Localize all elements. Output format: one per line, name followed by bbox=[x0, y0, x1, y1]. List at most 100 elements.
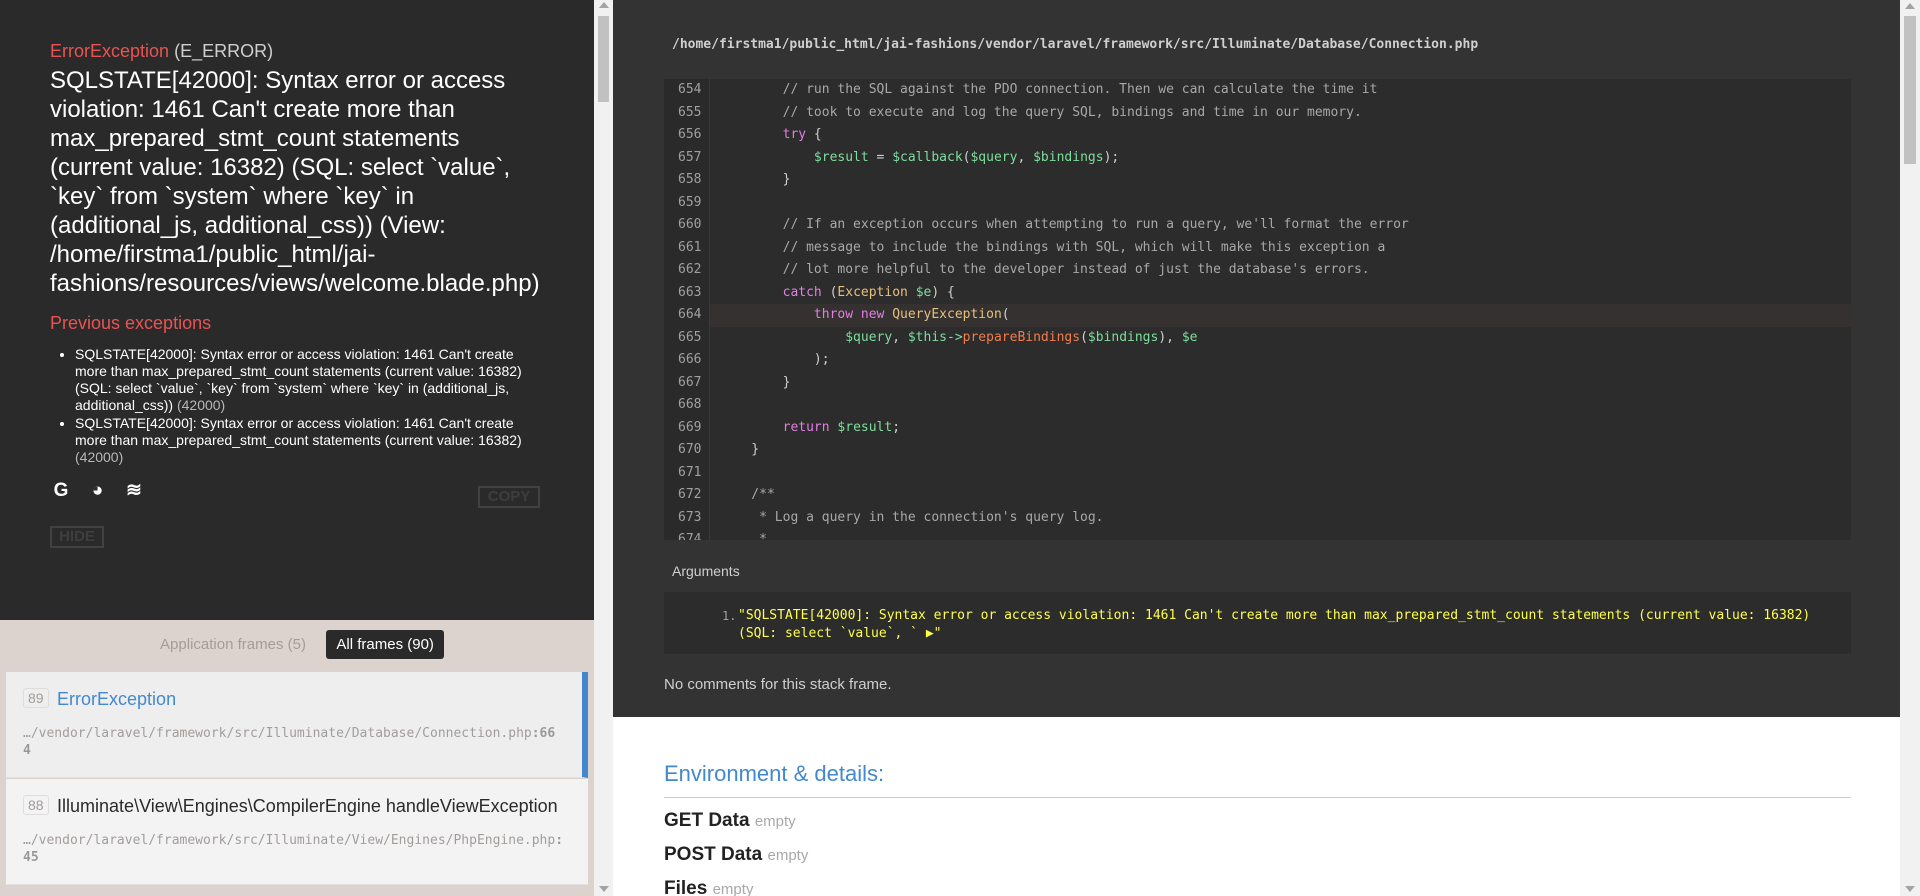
line-source: $result = $callback($query, $bindings); bbox=[813, 149, 1120, 165]
line-source bbox=[710, 397, 720, 412]
arguments-title: Arguments bbox=[672, 563, 740, 579]
frame-tabs: Application frames (5) All frames (90) bbox=[0, 620, 594, 672]
line-source: } bbox=[720, 374, 791, 390]
code-line: 670 } bbox=[664, 439, 1851, 462]
line-number: 668 bbox=[664, 394, 710, 417]
line-source: * Log a query in the connection's query … bbox=[720, 509, 1104, 525]
line-source bbox=[710, 195, 720, 210]
frame-file: …/vendor/laravel/framework/src/Illuminat… bbox=[23, 833, 564, 865]
code-line: 657 $result = $callback($query, $binding… bbox=[664, 146, 1851, 169]
code-line: 663 catch (Exception $e) { bbox=[664, 281, 1851, 304]
code-line: 666 ); bbox=[664, 349, 1851, 372]
scroll-up-arrow-icon[interactable] bbox=[1905, 3, 1915, 9]
line-source: $query, $this->prepareBindings($bindings… bbox=[845, 329, 1198, 345]
line-number: 654 bbox=[664, 79, 710, 102]
line-number: 657 bbox=[664, 146, 710, 169]
google-icon[interactable]: G bbox=[50, 480, 72, 502]
exception-header: ErrorException (E_ERROR) SQLSTATE[42000]… bbox=[0, 0, 594, 620]
line-source: } bbox=[720, 442, 760, 457]
environment-title: Environment & details: bbox=[664, 761, 1851, 798]
exception-class: ErrorException bbox=[50, 41, 170, 61]
previous-exception-item: SQLSTATE[42000]: Syntax error or access … bbox=[75, 415, 544, 466]
code-file-path[interactable]: /home/firstma1/public_html/jai-fashions/… bbox=[672, 37, 1478, 52]
line-number: 673 bbox=[664, 506, 710, 529]
right-panel: /home/firstma1/public_html/jai-fashions/… bbox=[613, 0, 1900, 896]
line-source: try { bbox=[782, 127, 822, 142]
line-source: // If an exception occurs when attemptin… bbox=[720, 217, 1409, 232]
frame-file: …/vendor/laravel/framework/src/Illuminat… bbox=[23, 726, 556, 758]
line-number: 659 bbox=[664, 191, 710, 214]
line-number: 662 bbox=[664, 259, 710, 282]
line-number: 664 bbox=[664, 304, 710, 327]
line-number: 671 bbox=[664, 461, 710, 484]
code-line: 662 // lot more helpful to the developer… bbox=[664, 259, 1851, 282]
stack-frame[interactable]: 88 Illuminate\View\Engines\CompilerEngin… bbox=[6, 779, 588, 885]
scroll-down-arrow-icon[interactable] bbox=[1905, 886, 1915, 892]
argument-value[interactable]: "SQLSTATE[42000]: Syntax error or access… bbox=[738, 607, 1831, 643]
code-line: 655 // took to execute and log the query… bbox=[664, 101, 1851, 124]
line-source: // took to execute and log the query SQL… bbox=[720, 104, 1362, 120]
line-number: 672 bbox=[664, 484, 710, 507]
code-line: 661 // message to include the bindings w… bbox=[664, 236, 1851, 259]
line-source: // lot more helpful to the developer ins… bbox=[720, 262, 1370, 277]
stack-frame[interactable]: 89 ErrorException …/vendor/laravel/frame… bbox=[6, 672, 588, 778]
code-line: 668 bbox=[664, 394, 1851, 417]
line-number: 667 bbox=[664, 371, 710, 394]
environment-details: Environment & details: GET Data empty PO… bbox=[664, 717, 1851, 896]
scroll-down-arrow-icon[interactable] bbox=[599, 886, 609, 892]
previous-exceptions-title: Previous exceptions bbox=[50, 313, 212, 333]
code-line: 654 // run the SQL against the PDO conne… bbox=[664, 79, 1851, 102]
exception-code: (E_ERROR) bbox=[174, 41, 274, 61]
line-source: throw new QueryException( bbox=[813, 307, 1010, 322]
left-scrollbar[interactable] bbox=[594, 0, 613, 896]
hide-button[interactable]: HIDE bbox=[50, 526, 104, 548]
line-number: 660 bbox=[664, 214, 710, 237]
frame-index: 89 bbox=[23, 688, 49, 708]
code-line: 669 return $result; bbox=[664, 416, 1851, 439]
code-area: /home/firstma1/public_html/jai-fashions/… bbox=[613, 0, 1900, 717]
line-source: /** bbox=[720, 487, 775, 502]
line-source: ); bbox=[720, 352, 830, 367]
line-number: 655 bbox=[664, 101, 710, 124]
code-line: 658 } bbox=[664, 169, 1851, 192]
search-links: G ◕ ≋ COPY bbox=[50, 480, 544, 508]
code-line: 664 throw new QueryException( bbox=[664, 304, 1851, 327]
code-line: 674 * bbox=[664, 529, 1851, 540]
duckduckgo-icon[interactable]: ◕ bbox=[86, 480, 108, 502]
line-source: catch (Exception $e) { bbox=[782, 284, 955, 300]
line-number: 661 bbox=[664, 236, 710, 259]
line-number: 658 bbox=[664, 169, 710, 192]
line-source: // message to include the bindings with … bbox=[720, 239, 1386, 255]
exception-message: SQLSTATE[42000]: Syntax error or access … bbox=[50, 67, 540, 297]
line-number: 670 bbox=[664, 439, 710, 462]
line-source: // run the SQL against the PDO connectio… bbox=[720, 82, 1378, 97]
previous-exception-item: SQLSTATE[42000]: Syntax error or access … bbox=[75, 346, 544, 414]
code-line: 656 try { bbox=[664, 124, 1851, 147]
left-scrollbar-thumb[interactable] bbox=[598, 16, 609, 102]
previous-exceptions-list: SQLSTATE[42000]: Syntax error or access … bbox=[50, 346, 544, 466]
env-row-get-data: GET Data empty bbox=[664, 810, 796, 831]
code-line: 659 bbox=[664, 191, 1851, 214]
code-line: 665 $query, $this->prepareBindings($bind… bbox=[664, 326, 1851, 349]
code-line: 671 bbox=[664, 461, 1851, 484]
line-source: * bbox=[720, 532, 767, 540]
line-source bbox=[710, 465, 720, 480]
scroll-up-arrow-icon[interactable] bbox=[599, 2, 609, 8]
line-source: } bbox=[720, 172, 791, 187]
exception-name: ErrorException (E_ERROR) bbox=[50, 40, 544, 62]
line-number: 669 bbox=[664, 416, 710, 439]
line-number: 656 bbox=[664, 124, 710, 147]
copy-button[interactable]: COPY bbox=[478, 486, 540, 508]
line-number: 665 bbox=[664, 326, 710, 349]
frame-index: 88 bbox=[23, 795, 49, 815]
argument-number: 1. bbox=[722, 609, 737, 623]
code-block: 654 // run the SQL against the PDO conne… bbox=[664, 79, 1851, 540]
left-panel: ErrorException (E_ERROR) SQLSTATE[42000]… bbox=[0, 0, 594, 896]
arguments-box: 1. "SQLSTATE[42000]: Syntax error or acc… bbox=[664, 592, 1851, 654]
code-line: 673 * Log a query in the connection's qu… bbox=[664, 506, 1851, 529]
tab-all-frames[interactable]: All frames (90) bbox=[326, 630, 444, 659]
right-scrollbar-thumb[interactable] bbox=[1904, 16, 1916, 164]
line-number: 674 bbox=[664, 529, 710, 540]
stackoverflow-icon[interactable]: ≋ bbox=[123, 480, 145, 502]
tab-application-frames[interactable]: Application frames (5) bbox=[150, 630, 316, 659]
